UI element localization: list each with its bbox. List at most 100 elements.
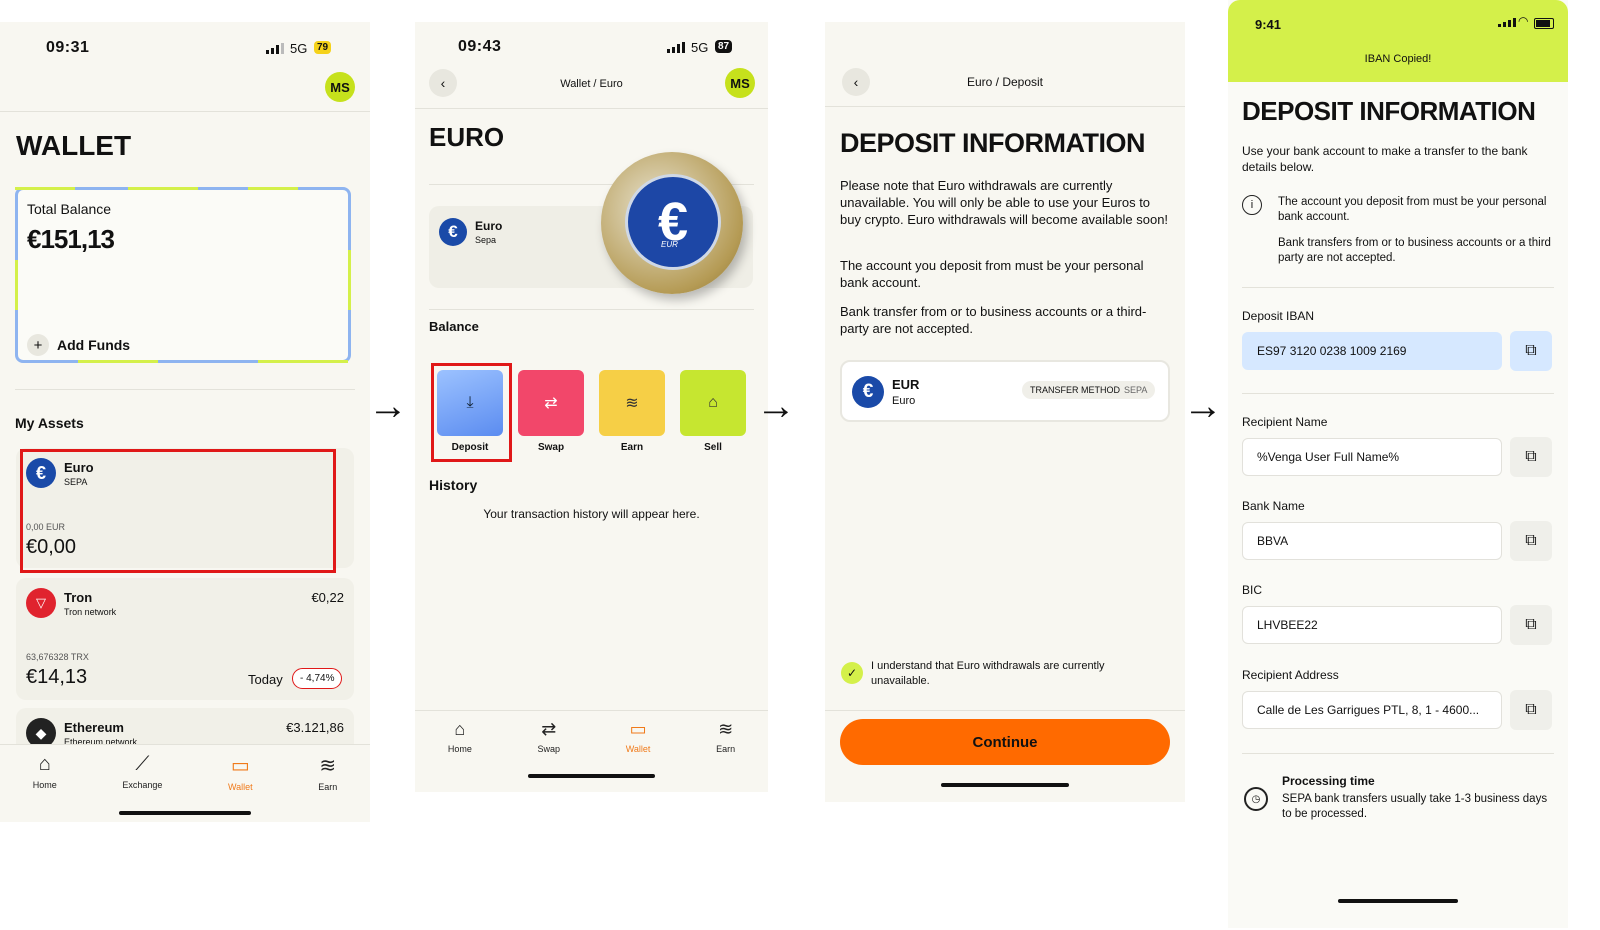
total-balance-label: Total Balance [27, 201, 112, 217]
tab-label: Home [32, 780, 57, 790]
info-text: Bank transfers from or to business accou… [1278, 237, 1551, 264]
asset-network: Tron network [64, 607, 117, 617]
divider [429, 309, 754, 310]
asset-value: €3.121,86 [286, 720, 344, 735]
swap-button[interactable]: ⇄ [518, 370, 584, 436]
field-label: BIC [1242, 583, 1263, 597]
network-label: 5G [691, 40, 709, 55]
breadcrumb: Euro / Deposit [966, 75, 1044, 89]
info-text: The account you deposit from must be you… [1278, 196, 1547, 223]
notice-paragraph: Bank transfer from or to business accoun… [840, 304, 1147, 336]
tab-bar: ⌂ Home ⟋ Exchange ▭ Wallet ≋ Earn [0, 744, 370, 822]
bank-name-field: BBVA [1242, 522, 1502, 560]
currency-name: Euro [892, 395, 916, 407]
history-heading: History [429, 477, 478, 493]
swap-icon: ⇄ [541, 719, 557, 739]
tab-home[interactable]: ⌂ Home [448, 719, 472, 754]
copy-icon: ⧉ [1525, 342, 1537, 359]
avatar[interactable]: MS [325, 72, 355, 102]
tron-icon: ▽ [26, 588, 56, 618]
sell-button[interactable]: ⌂ [680, 370, 746, 436]
copy-bank-name-button[interactable]: ⧉ [1510, 521, 1552, 561]
plus-icon: + [27, 334, 49, 356]
tab-earn[interactable]: ≋ Earn [716, 719, 735, 754]
copy-bic-button[interactable]: ⧉ [1510, 605, 1552, 645]
copy-iban-button[interactable]: ⧉ [1510, 331, 1552, 371]
continue-button[interactable]: Continue [840, 719, 1170, 765]
copy-icon: ⧉ [1525, 532, 1537, 549]
euro-icon: € [852, 376, 884, 408]
status-time: 9:41 [1255, 17, 1282, 32]
field-label: Recipient Name [1242, 415, 1328, 429]
chart-icon: ⟋ [135, 753, 150, 775]
history-empty-text: Your transaction history will appear her… [483, 507, 700, 521]
battery-icon: 87 [715, 40, 733, 53]
wallet-icon: ▭ [230, 755, 250, 777]
stopwatch-icon: ◷ [1244, 787, 1268, 811]
flow-arrow-icon: → [1183, 384, 1223, 428]
signal-icon [266, 43, 284, 54]
recipient-address-field: Calle de Les Garrigues PTL, 8, 1 - 4600.… [1242, 691, 1502, 729]
field-label: Bank Name [1242, 499, 1305, 513]
currency-network: Sepa [475, 235, 497, 245]
copy-recipient-address-button[interactable]: ⧉ [1510, 690, 1552, 730]
euro-screen: 09:43 5G 87 ‹ Wallet / Euro MS EURO € Eu… [415, 22, 768, 792]
signal-icon [667, 42, 685, 53]
page-title: DEPOSIT INFORMATION [840, 128, 1146, 158]
tab-label: Exchange [122, 780, 163, 790]
highlight-box [431, 363, 512, 462]
breadcrumb: Wallet / Euro [560, 78, 623, 90]
tab-label: Wallet [625, 744, 651, 754]
tab-earn[interactable]: ≋ Earn [318, 753, 337, 792]
tab-wallet[interactable]: ▭ Wallet [626, 719, 651, 754]
coin-label: EUR [661, 240, 678, 249]
tab-label: Home [447, 744, 472, 754]
field-label: Deposit IBAN [1242, 309, 1315, 323]
tab-label: Swap [537, 744, 561, 754]
earn-button[interactable]: ≋ [599, 370, 665, 436]
home-indicator [528, 774, 655, 778]
asset-change-badge: - 4,74% [292, 668, 343, 689]
battery-icon: 79 [314, 41, 332, 54]
field-label: Recipient Address [1242, 668, 1339, 682]
tab-home[interactable]: ⌂ Home [33, 753, 57, 792]
euro-coin-image: € EUR [601, 152, 743, 294]
tab-wallet[interactable]: ▭ Wallet [228, 753, 253, 792]
avatar[interactable]: MS [725, 68, 755, 98]
tab-bar: ⌂ Home ⇄ Swap ▭ Wallet ≋ Earn [415, 710, 768, 792]
deposit-details-screen: 9:41 ◠ IBAN Copied! DEPOSIT INFORMATION … [1228, 0, 1568, 928]
processing-text: SEPA bank transfers usually take 1-3 bus… [1282, 793, 1548, 820]
asset-card-tron[interactable]: ▽ Tron Tron network €0,22 63,676328 TRX … [16, 578, 354, 700]
field-value: LHVBEE22 [1257, 618, 1318, 632]
ack-checkbox[interactable]: ✓ [841, 662, 863, 684]
home-indicator [1338, 899, 1458, 903]
tab-swap[interactable]: ⇄ Swap [538, 719, 561, 754]
earn-label: Earn [620, 442, 644, 453]
page-title: DEPOSIT INFORMATION [1242, 96, 1536, 126]
status-time: 09:31 [46, 39, 90, 56]
info-icon: i [1242, 195, 1262, 215]
transfer-method-label: TRANSFER METHOD [1030, 385, 1120, 395]
copy-recipient-name-button[interactable]: ⧉ [1510, 437, 1552, 477]
tab-exchange[interactable]: ⟋ Exchange [122, 753, 162, 792]
status-time: 09:43 [458, 38, 502, 55]
add-funds-button[interactable]: + Add Funds [27, 334, 130, 356]
page-title: WALLET [16, 130, 132, 161]
flow-arrow-icon: → [756, 384, 796, 428]
intro-text: Use your bank account to make a transfer… [1242, 144, 1528, 174]
asset-value: €0,22 [311, 590, 344, 605]
tab-label: Earn [318, 782, 338, 792]
toast-banner: 9:41 ◠ IBAN Copied! [1228, 0, 1568, 82]
copy-icon: ⧉ [1525, 448, 1537, 465]
field-value: %Venga User Full Name% [1257, 450, 1400, 464]
asset-amount: €14,13 [26, 666, 88, 688]
notice-paragraph: Please note that Euro withdrawals are cu… [840, 178, 1169, 227]
currency-name: Euro [475, 219, 503, 233]
header-divider [415, 108, 768, 109]
total-balance-value: €151,13 [27, 224, 115, 254]
copy-icon: ⧉ [1525, 701, 1537, 718]
coins-icon: ≋ [319, 755, 337, 777]
deposit-info-screen: ‹ Euro / Deposit DEPOSIT INFORMATION Ple… [825, 22, 1185, 802]
asset-name: Ethereum [64, 720, 124, 735]
sell-label: Sell [704, 442, 722, 453]
